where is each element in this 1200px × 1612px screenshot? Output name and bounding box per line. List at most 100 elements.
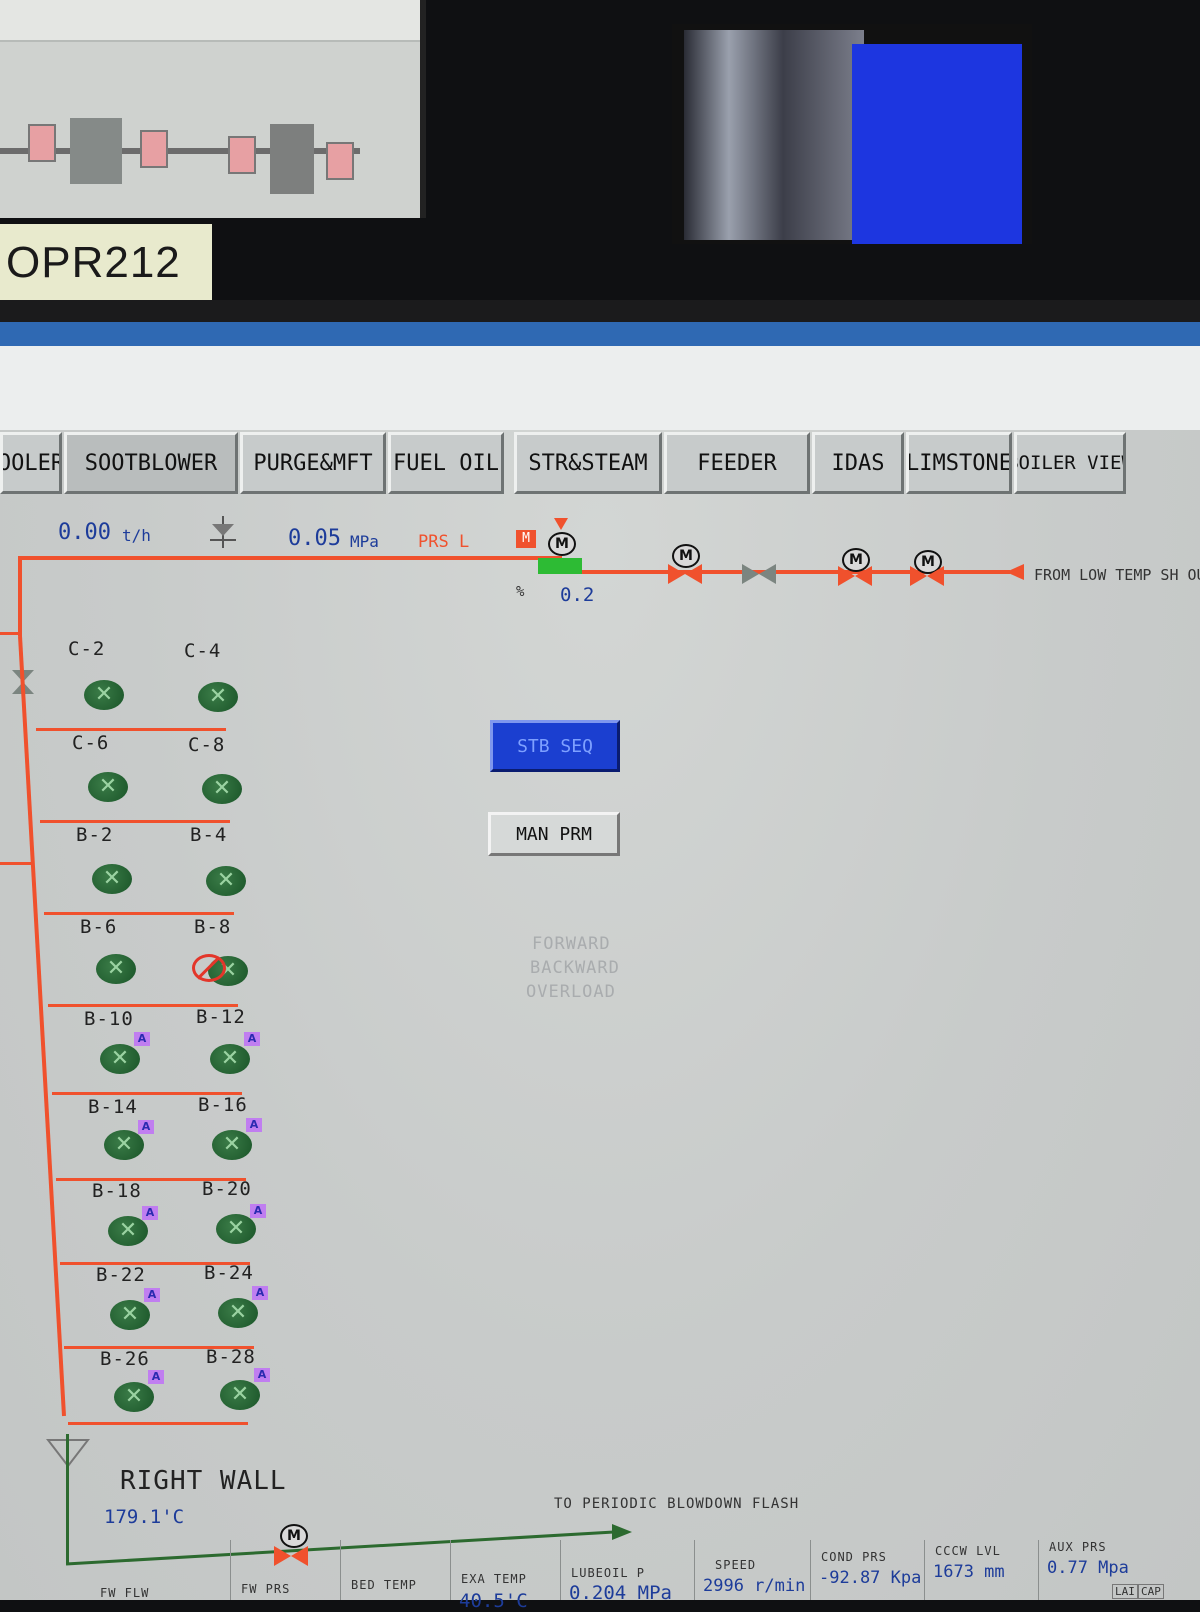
blower-off-icon: ✕ [124,1384,144,1409]
footer-fw-prs: FW PRS [230,1540,340,1600]
sootblower-b14[interactable]: ✕ [104,1130,144,1160]
branch-row-pipe [68,1422,248,1425]
auto-mode-badge: A [144,1288,160,1302]
pressure-gauge-icon [210,516,236,548]
drain-valve-2-icon[interactable] [910,566,944,586]
blower-label-b22: B-22 [96,1264,146,1286]
stb-seq-button[interactable]: STB SEQ [490,720,620,772]
blower-label-b2: B-2 [76,824,114,846]
background-generator-shape [270,124,314,194]
tab-idas[interactable]: IDAS [812,432,904,494]
blower-fault-icon [192,954,226,982]
footer-bed-temp: BED TEMP [340,1540,450,1600]
blower-off-icon: ✕ [120,1302,140,1327]
footer-value: 1673 mm [933,1562,1005,1582]
footer-value: 40.5'C [459,1590,528,1612]
blower-label-b20: B-20 [202,1178,252,1200]
status-overload: OVERLOAD [526,982,616,1002]
tab-limstone[interactable]: LIMSTONE [906,432,1012,494]
sootblower-b4[interactable]: ✕ [206,866,246,896]
blower-off-icon: ✕ [208,684,228,709]
status-forward: FORWARD [532,934,611,954]
blower-off-icon: ✕ [94,682,114,707]
background-block [140,130,168,168]
sootblower-c2[interactable]: ✕ [84,680,124,710]
footer-label: FW PRS [241,1582,291,1596]
sootblower-b26[interactable]: ✕ [114,1382,154,1412]
footer-value: 0.204 MPa [569,1582,672,1604]
background-monitor-right [672,24,1032,244]
blower-off-icon: ✕ [114,1132,134,1157]
nav-tabs: OOLER SOOTBLOWER PURGE&MFT FUEL OIL STR&… [0,432,1200,502]
background-monitor-titlebar [0,0,420,42]
manual-mode-badge: M [516,530,536,548]
tab-purge-mft[interactable]: PURGE&MFT [240,432,386,494]
sootblower-b2[interactable]: ✕ [92,864,132,894]
blower-label-c8: C-8 [188,734,226,756]
auto-mode-badge: A [148,1370,164,1384]
blower-label-b14: B-14 [88,1096,138,1118]
sootblower-b20[interactable]: ✕ [216,1214,256,1244]
keyboard-indicator-2: CAP [1138,1584,1164,1599]
auto-mode-badge: A [138,1120,154,1134]
blower-label-c6: C-6 [72,732,110,754]
status-backward: BACKWARD [530,958,620,978]
sootblower-b28[interactable]: ✕ [220,1380,260,1410]
sootblower-b22[interactable]: ✕ [110,1300,150,1330]
footer-value: 2996 r/min [703,1576,806,1596]
sootblower-c4[interactable]: ✕ [198,682,238,712]
blower-off-icon: ✕ [212,776,232,801]
tab-boiler-view[interactable]: BOILER VIEW [1014,432,1126,494]
sootblower-b18[interactable]: ✕ [108,1216,148,1246]
man-prm-button[interactable]: MAN PRM [488,812,620,856]
blower-label-b10: B-10 [84,1008,134,1030]
footer-cond-prs: COND PRS -92.87 Kpa [810,1540,924,1600]
footer-value: -92.87 Kpa [819,1568,922,1588]
tab-cooler[interactable]: OOLER [0,432,62,494]
sootblower-b16[interactable]: ✕ [212,1130,252,1160]
control-valve-motor-icon[interactable]: M [548,532,576,556]
tab-str-steam[interactable]: STR&STEAM [514,432,662,494]
blower-label-b16: B-16 [198,1094,248,1116]
blower-off-icon: ✕ [220,1046,240,1071]
tab-feeder[interactable]: FEEDER [664,432,810,494]
pressure-low-alarm: PRS L [418,532,470,552]
tab-sootblower[interactable]: SOOTBLOWER [64,432,238,494]
isolation-valve-icon[interactable] [668,564,702,584]
blower-off-icon: ✕ [102,866,122,891]
blower-off-icon: ✕ [110,1046,130,1071]
drain-valve-1-icon[interactable] [838,566,872,586]
background-blue-panel [852,44,1022,244]
control-valve-body[interactable] [538,558,582,574]
footer-status-bar: FW FLW FW PRS BED TEMP EXA TEMP 40.5'C L… [0,1540,1200,1612]
blower-label-b28: B-28 [206,1346,256,1368]
blower-off-icon: ✕ [222,1132,242,1157]
manual-valve-icon[interactable] [742,564,776,584]
background-block [326,142,354,180]
blower-off-icon: ✕ [226,1216,246,1241]
sootblower-b6[interactable]: ✕ [96,954,136,984]
branch-row-pipe [40,820,230,823]
footer-value: 0.77 Mpa [1047,1558,1129,1578]
window-title-bar [0,322,1200,348]
sootblower-c6[interactable]: ✕ [88,772,128,802]
footer-label: CCCW LVL [935,1544,1001,1558]
tab-fuel-oil[interactable]: FUEL OIL [388,432,504,494]
flow-unit: t/h [122,526,151,545]
footer-label: FW FLW [100,1586,150,1600]
auto-mode-badge: A [246,1118,262,1132]
blower-off-icon: ✕ [98,774,118,799]
sootblower-b24[interactable]: ✕ [218,1298,258,1328]
source-label: FROM LOW TEMP SH OUTLE [1034,566,1200,584]
blowdown-destination-label: TO PERIODIC BLOWDOWN FLASH [554,1496,800,1512]
sootblower-b10[interactable]: ✕ [100,1044,140,1074]
footer-label: EXA TEMP [461,1572,527,1586]
blower-off-icon: ✕ [216,868,236,893]
footer-label: LUBEOIL P [571,1566,646,1580]
branch-row-pipe [44,912,234,915]
blower-off-icon: ✕ [228,1300,248,1325]
background-camera-feed [684,30,864,240]
sootblower-b12[interactable]: ✕ [210,1044,250,1074]
footer-label: BED TEMP [351,1578,417,1592]
sootblower-c8[interactable]: ✕ [202,774,242,804]
